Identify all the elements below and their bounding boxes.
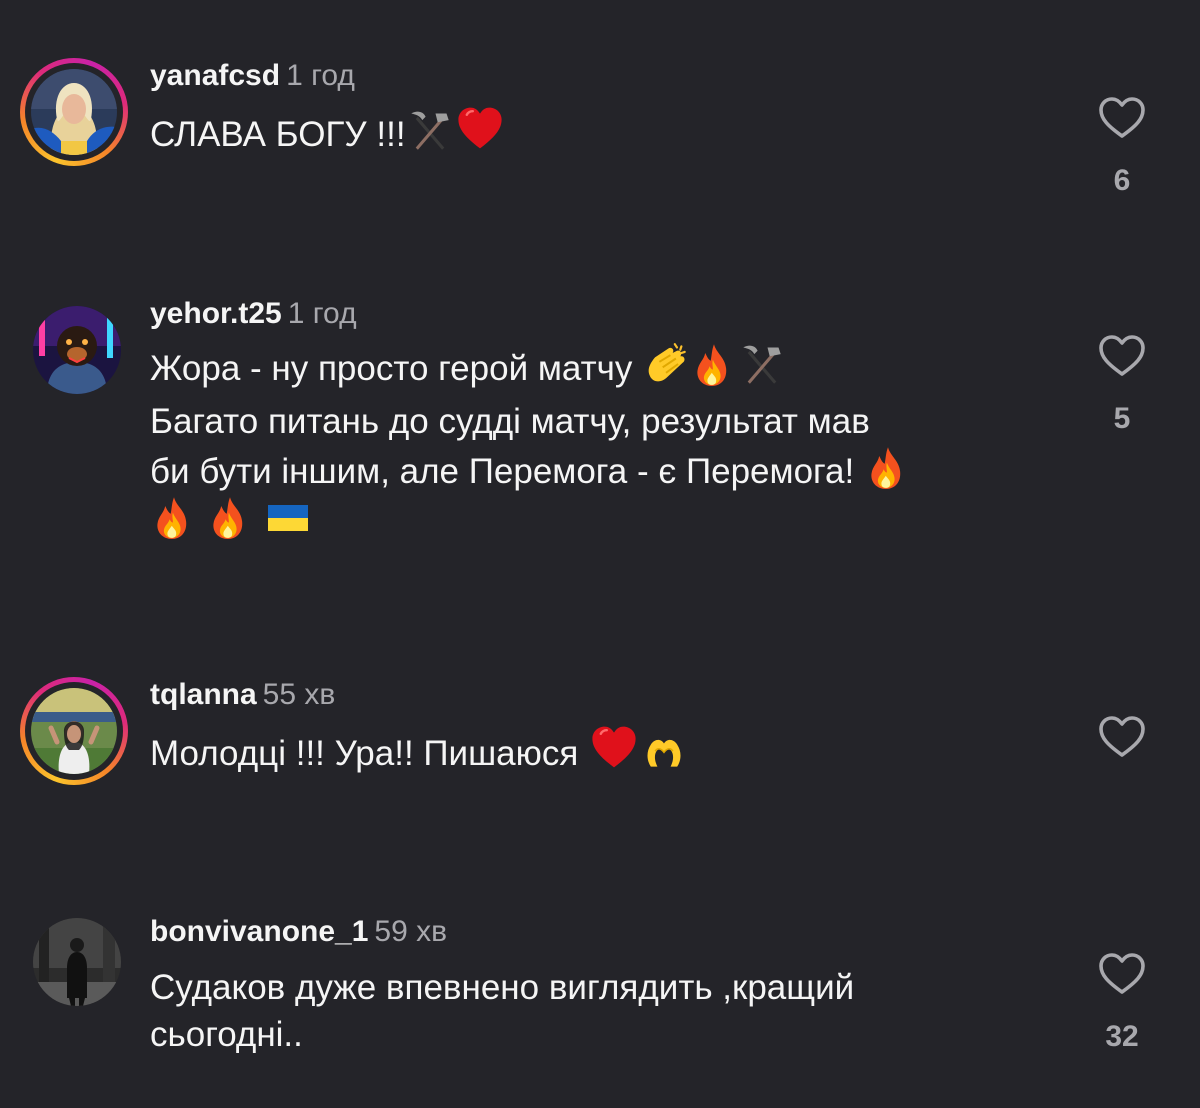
heart-hands-emoji <box>646 739 682 768</box>
comment-body: Молодці !!! Ура!! Пишаюся <box>150 734 579 773</box>
comment-line: Багато питань до судді матчу, результат … <box>150 402 870 441</box>
avatar-image <box>33 918 121 1006</box>
clapping-hands-emoji <box>647 343 686 383</box>
comment-text: Жора - ну просто герой матчу Багато пита… <box>150 342 1050 545</box>
timestamp: 59 хв <box>374 915 448 948</box>
red-heart-emoji <box>456 106 503 150</box>
avatar[interactable] <box>20 293 128 401</box>
comment-header: yehor.t25 1 год <box>150 296 357 332</box>
username[interactable]: tqlanna <box>150 678 257 711</box>
avatar-image <box>31 688 117 774</box>
username[interactable]: yehor.t25 <box>150 297 282 330</box>
comment-text: Судаков дуже впевнено виглядить ,кращий … <box>150 964 1050 1058</box>
fire-emoji <box>213 497 243 539</box>
like-count: 32 <box>1105 1020 1139 1053</box>
hammer-pick-emoji <box>410 111 449 150</box>
like-count: 5 <box>1113 402 1131 435</box>
comment-line: Жора - ну просто герой матчу <box>150 342 1050 392</box>
username[interactable]: bonvivanone_1 <box>150 915 368 948</box>
avatar-image <box>33 306 121 394</box>
comment-line: Судаков дуже впевнено виглядить ,кращий <box>150 968 855 1007</box>
comment-line <box>150 495 1050 545</box>
comment-header: yanafcsd 1 год <box>150 58 355 94</box>
red-heart-emoji <box>591 725 637 769</box>
comment-header: tqlanna 55 хв <box>150 677 335 713</box>
heart-outline-icon[interactable] <box>1098 334 1146 378</box>
fire-emoji <box>157 497 187 539</box>
avatar[interactable] <box>20 905 128 1013</box>
like-count: 6 <box>1113 164 1131 197</box>
fire-emoji <box>871 447 901 489</box>
heart-outline-icon[interactable] <box>1098 715 1146 759</box>
fire-emoji <box>697 344 727 386</box>
comment-body: СЛАВА БОГУ !!! <box>150 115 406 154</box>
comment-text: Молодці !!! Ура!! Пишаюся <box>150 723 1050 777</box>
avatar[interactable] <box>20 58 128 166</box>
comment-header: bonvivanone_1 59 хв <box>150 914 447 950</box>
comment-line: би бути іншим, але Перемога - є Перемога… <box>150 445 1050 495</box>
timestamp: 1 год <box>287 297 357 330</box>
hammer-pick-emoji <box>743 345 781 384</box>
comment-line: сьогодні.. <box>150 1015 303 1054</box>
timestamp: 1 год <box>286 59 355 92</box>
avatar[interactable] <box>20 677 128 785</box>
avatar-image <box>31 69 117 155</box>
username[interactable]: yanafcsd <box>150 59 280 92</box>
heart-outline-icon[interactable] <box>1098 952 1146 996</box>
ukraine-flag-emoji <box>268 505 308 531</box>
comment-text: СЛАВА БОГУ !!! <box>150 104 1050 158</box>
timestamp: 55 хв <box>262 678 336 711</box>
heart-outline-icon[interactable] <box>1098 96 1146 140</box>
